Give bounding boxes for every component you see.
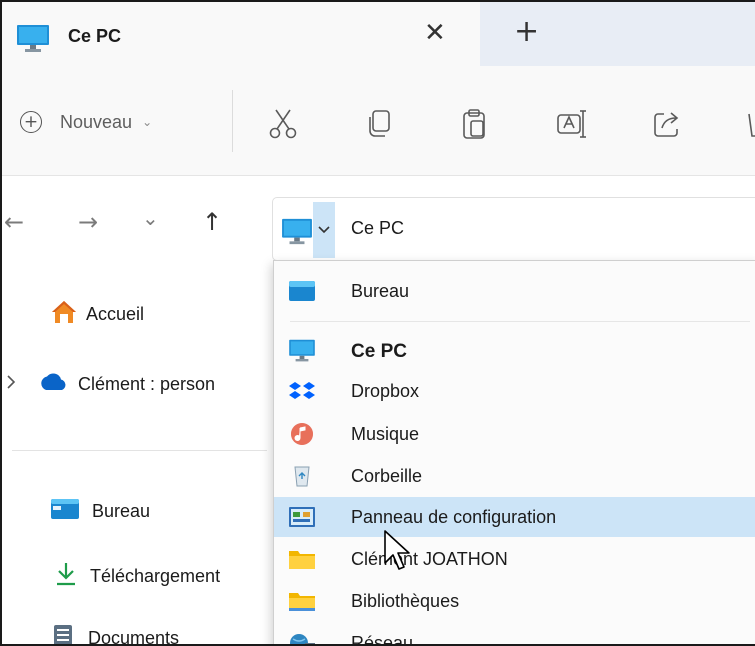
dropdown-item-corbeille[interactable]: Corbeille: [274, 456, 755, 496]
dropdown-item-bibliotheques[interactable]: Bibliothèques: [274, 581, 755, 621]
control-panel-icon: [289, 507, 315, 527]
libraries-icon: [289, 593, 315, 611]
home-icon: [50, 299, 78, 330]
command-bar: + Nouveau ⌄: [2, 66, 755, 176]
music-icon: [291, 423, 313, 445]
address-bar[interactable]: Ce PC: [272, 197, 755, 261]
dropdown-item-label: Panneau de configuration: [351, 507, 557, 527]
dropdown-item-label: Réseau: [351, 633, 414, 646]
new-button[interactable]: + Nouveau ⌄: [20, 106, 152, 138]
dropdown-item-dropbox[interactable]: Dropbox: [274, 371, 755, 411]
chevron-down-icon: [318, 226, 330, 234]
computer-icon: [281, 218, 313, 251]
desktop-folder-icon: [289, 281, 315, 301]
dropdown-divider: [290, 321, 750, 322]
file-explorer-window: Ce PC ✕ + + Nouveau ⌄ ← → ⌄ ↑ Ce PC Accu…: [0, 0, 755, 646]
address-dropdown-menu: Bureau Ce PC Dropbox Musique Corbeille P…: [273, 260, 755, 646]
sidebar-item-label: Documents: [88, 627, 180, 646]
computer-icon: [289, 339, 315, 362]
recent-locations-button[interactable]: ⌄: [142, 206, 159, 230]
back-button[interactable]: ←: [4, 208, 24, 236]
tab-close-icon[interactable]: ✕: [424, 18, 446, 48]
add-icon: +: [20, 111, 42, 133]
dropdown-item-bureau[interactable]: Bureau: [274, 271, 755, 311]
dropdown-item-label: Bureau: [351, 281, 410, 301]
sidebar-divider: [12, 450, 267, 451]
sidebar-item-accueil[interactable]: Accueil: [50, 298, 144, 330]
up-button[interactable]: ↑: [202, 208, 222, 236]
tab-title: Ce PC: [68, 26, 122, 46]
sidebar-item-bureau[interactable]: Bureau: [50, 495, 150, 527]
sidebar-item-onedrive[interactable]: Clément : person: [6, 368, 215, 400]
desktop-folder-icon: [50, 498, 80, 525]
delete-icon[interactable]: [747, 108, 755, 145]
sidebar-item-telechargements[interactable]: Téléchargement: [54, 560, 220, 592]
tab-ce-pc[interactable]: Ce PC ✕: [2, 2, 480, 66]
network-icon: [290, 634, 315, 644]
paste-icon[interactable]: [460, 108, 490, 145]
dropdown-item-label: Ce PC: [351, 341, 407, 362]
new-tab-button[interactable]: +: [514, 14, 539, 49]
tab-strip: Ce PC ✕ +: [2, 2, 755, 66]
expand-chevron-icon[interactable]: [6, 374, 16, 395]
dropdown-item-label: Corbeille: [351, 466, 423, 486]
share-icon[interactable]: [652, 108, 682, 145]
dropdown-item-clement-joathon[interactable]: Clément JOATHON: [274, 539, 755, 579]
sidebar-item-label: Téléchargement: [90, 565, 221, 586]
dropdown-item-panneau-de-configuration[interactable]: Panneau de configuration: [274, 497, 755, 537]
dropdown-item-label: Dropbox: [351, 381, 420, 401]
dropdown-item-musique[interactable]: Musique: [274, 414, 755, 454]
chevron-down-icon: ⌄: [142, 115, 153, 129]
recycle-bin-icon: [294, 466, 310, 487]
toolbar-divider: [232, 90, 233, 152]
computer-icon: [16, 24, 50, 59]
dropdown-item-reseau[interactable]: Réseau: [274, 623, 755, 646]
address-dropdown-button[interactable]: [313, 202, 335, 258]
address-text: Ce PC: [351, 218, 405, 238]
rename-icon[interactable]: [556, 108, 588, 145]
documents-icon: [52, 624, 74, 644]
dropbox-icon: [289, 382, 315, 399]
download-icon: [54, 561, 78, 592]
sidebar-item-documents[interactable]: Documents: [52, 622, 180, 646]
copy-icon[interactable]: [364, 108, 394, 145]
dropdown-item-label: Bibliothèques: [351, 591, 460, 611]
new-button-label: Nouveau: [60, 111, 133, 132]
sidebar-item-label: Clément : person: [78, 373, 216, 394]
forward-button[interactable]: →: [78, 208, 98, 236]
sidebar-item-label: Accueil: [86, 303, 145, 324]
cut-icon[interactable]: [268, 108, 298, 145]
mouse-cursor-icon: [383, 529, 413, 578]
dropdown-item-label: Musique: [351, 424, 420, 444]
user-folder-icon: [289, 551, 315, 569]
onedrive-cloud-icon: [38, 372, 68, 397]
sidebar-item-label: Bureau: [92, 500, 151, 521]
dropdown-item-label: Clément JOATHON: [351, 549, 508, 569]
dropdown-item-ce-pc[interactable]: Ce PC: [274, 331, 755, 371]
